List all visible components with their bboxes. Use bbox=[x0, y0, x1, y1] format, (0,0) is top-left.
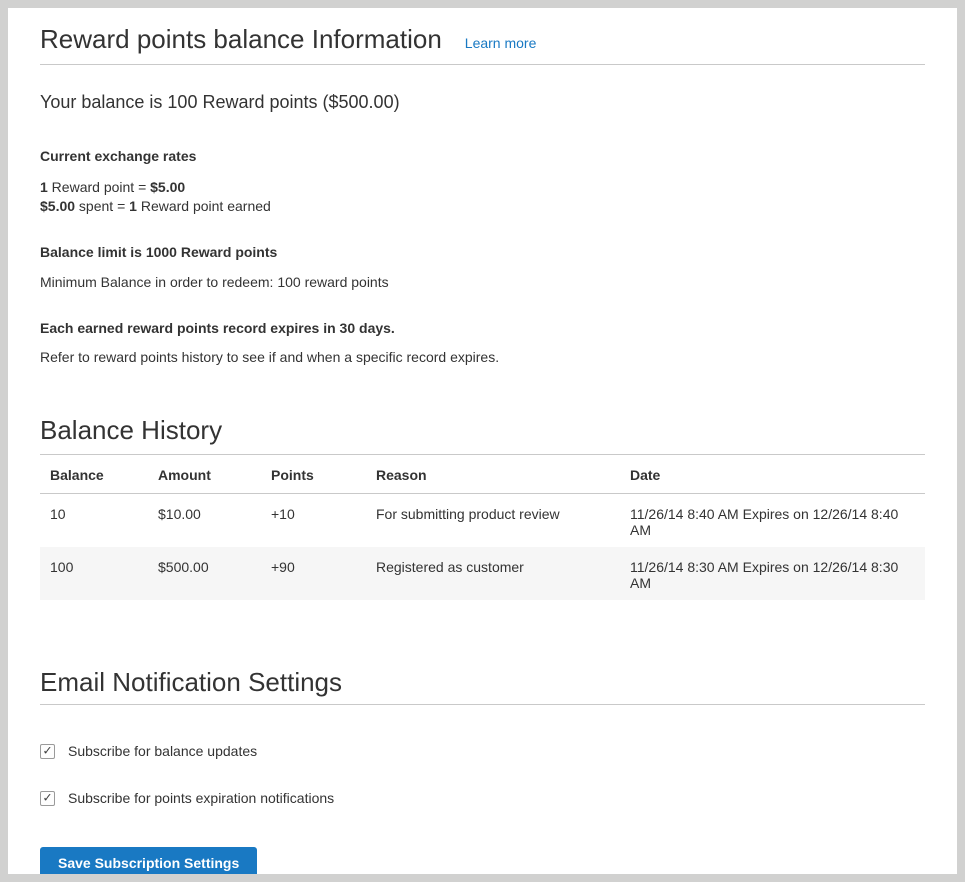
email-settings-title: Email Notification Settings bbox=[40, 667, 925, 698]
header-divider bbox=[40, 64, 925, 65]
check-icon: ✓ bbox=[42, 792, 52, 804]
balance-updates-label[interactable]: Subscribe for balance updates bbox=[68, 743, 257, 759]
exchange-rates: 1 Reward point = $5.00 $5.00 spent = 1 R… bbox=[40, 178, 925, 216]
balance-updates-checkbox[interactable]: ✓ bbox=[40, 744, 55, 759]
cell-amount: $500.00 bbox=[148, 547, 261, 600]
content-card: Reward points balance Information Learn … bbox=[8, 8, 957, 874]
balance-limit: Balance limit is 1000 Reward points bbox=[40, 244, 925, 260]
column-header-amount: Amount bbox=[148, 455, 261, 494]
balance-updates-option: ✓ Subscribe for balance updates bbox=[40, 743, 925, 759]
rate1-points: 1 bbox=[40, 179, 48, 195]
expiry-note: Refer to reward points history to see if… bbox=[40, 349, 925, 365]
rate2-amount: $5.00 bbox=[40, 198, 75, 214]
balance-summary: Your balance is 100 Reward points ($500.… bbox=[40, 92, 925, 113]
exchange-rates-title: Current exchange rates bbox=[40, 148, 925, 164]
email-settings-divider bbox=[40, 704, 925, 705]
table-header-row: Balance Amount Points Reason Date bbox=[40, 455, 925, 494]
rate2-points: 1 bbox=[129, 198, 137, 214]
rate1-text: Reward point = bbox=[48, 179, 150, 195]
cell-balance: 100 bbox=[40, 547, 148, 600]
cell-reason: Registered as customer bbox=[366, 547, 620, 600]
balance-history-table: Balance Amount Points Reason Date 10 $10… bbox=[40, 454, 925, 600]
column-header-date: Date bbox=[620, 455, 925, 494]
learn-more-link[interactable]: Learn more bbox=[465, 35, 537, 51]
cell-points: +90 bbox=[261, 547, 366, 600]
page-background: { "colors": { "accent": "#1979c3", "page… bbox=[0, 0, 965, 882]
cell-amount: $10.00 bbox=[148, 494, 261, 548]
points-expiration-label[interactable]: Subscribe for points expiration notifica… bbox=[68, 790, 334, 806]
balance-history-title: Balance History bbox=[40, 415, 925, 446]
page-header: Reward points balance Information Learn … bbox=[40, 24, 925, 55]
column-header-points: Points bbox=[261, 455, 366, 494]
minimum-balance: Minimum Balance in order to redeem: 100 … bbox=[40, 274, 925, 290]
rate2-tail: Reward point earned bbox=[137, 198, 271, 214]
check-icon: ✓ bbox=[42, 745, 52, 757]
cell-date: 11/26/14 8:30 AM Expires on 12/26/14 8:3… bbox=[620, 547, 925, 600]
cell-points: +10 bbox=[261, 494, 366, 548]
column-header-balance: Balance bbox=[40, 455, 148, 494]
page-title: Reward points balance Information bbox=[40, 24, 442, 55]
points-expiration-checkbox[interactable]: ✓ bbox=[40, 791, 55, 806]
rate1-amount: $5.00 bbox=[150, 179, 185, 195]
cell-reason: For submitting product review bbox=[366, 494, 620, 548]
cell-date: 11/26/14 8:40 AM Expires on 12/26/14 8:4… bbox=[620, 494, 925, 548]
cell-balance: 10 bbox=[40, 494, 148, 548]
save-subscription-settings-button[interactable]: Save Subscription Settings bbox=[40, 847, 257, 874]
table-row: 100 $500.00 +90 Registered as customer 1… bbox=[40, 547, 925, 600]
column-header-reason: Reason bbox=[366, 455, 620, 494]
table-row: 10 $10.00 +10 For submitting product rev… bbox=[40, 494, 925, 548]
rate2-text: spent = bbox=[75, 198, 129, 214]
expiry-rule: Each earned reward points record expires… bbox=[40, 320, 925, 336]
points-expiration-option: ✓ Subscribe for points expiration notifi… bbox=[40, 790, 925, 806]
